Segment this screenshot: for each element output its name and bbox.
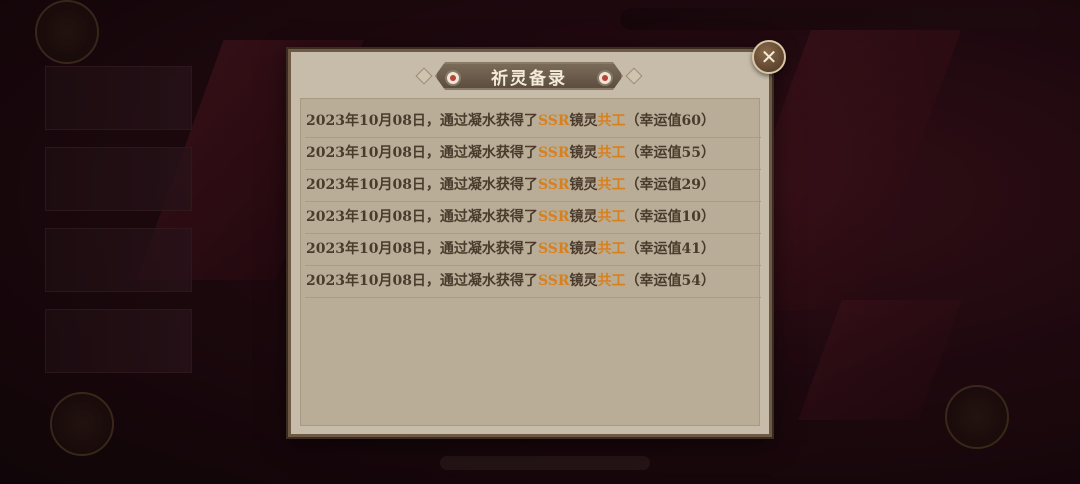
record-row: 2023年10月08日，通过凝水获得了SSR镜灵共工（幸运值41） <box>305 234 761 266</box>
record-row: 2023年10月08日，通过凝水获得了SSR镜灵共工（幸运值60） <box>305 106 761 138</box>
close-icon: ✕ <box>760 45 778 69</box>
diamond-ornament-icon <box>415 67 433 85</box>
record-row: 2023年10月08日，通过凝水获得了SSR镜灵共工（幸运值10） <box>305 202 761 234</box>
record-list: 2023年10月08日，通过凝水获得了SSR镜灵共工（幸运值60） 2023年1… <box>305 106 761 298</box>
medallion-icon <box>445 70 461 86</box>
diamond-ornament-icon <box>625 67 643 85</box>
record-row: 2023年10月08日，通过凝水获得了SSR镜灵共工（幸运值55） <box>305 138 761 170</box>
close-button[interactable]: ✕ <box>752 40 786 74</box>
dialog-title-banner: 祈灵备录 <box>415 60 643 92</box>
record-row: 2023年10月08日，通过凝水获得了SSR镜灵共工（幸运值54） <box>305 266 761 298</box>
medallion-icon <box>597 70 613 86</box>
summon-record-dialog: 祈灵备录 2023年10月08日，通过凝水获得了SSR镜灵共工（幸运值60） 2… <box>288 49 772 437</box>
dialog-title: 祈灵备录 <box>491 68 567 89</box>
title-plate: 祈灵备录 <box>435 62 623 90</box>
record-row: 2023年10月08日，通过凝水获得了SSR镜灵共工（幸运值29） <box>305 170 761 202</box>
